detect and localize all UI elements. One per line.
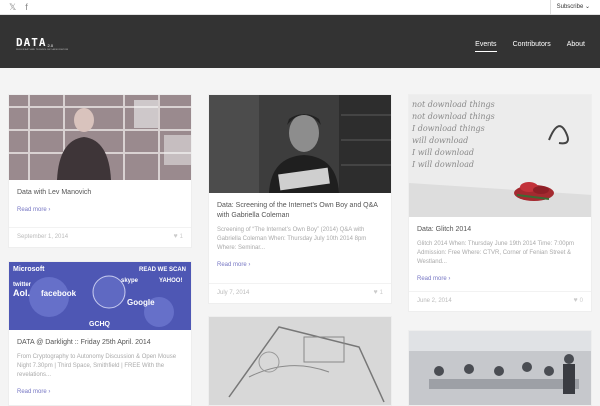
post-footer: September 1, 2014 ♥ 1 xyxy=(9,227,191,247)
post-footer: June 2, 2014 ♥ 0 xyxy=(409,291,591,311)
svg-text:facebook: facebook xyxy=(41,289,77,298)
post-excerpt: Screening of “The Internet’s Own Boy” (2… xyxy=(217,227,367,251)
read-more-link[interactable]: Read more › xyxy=(417,276,450,282)
post-image[interactable] xyxy=(409,331,591,405)
post-title[interactable]: DATA @ Darklight :: Friday 25th April. 2… xyxy=(17,338,183,348)
read-more-link[interactable]: Read more › xyxy=(17,389,50,395)
main-nav: Events Contributors About xyxy=(475,41,585,52)
like-count: 1 xyxy=(179,234,183,240)
logo-tagline: DUBLIN ART AND TECHNOLOGY ASSOCIATION xyxy=(16,49,69,51)
social-links: 𝕏 f xyxy=(9,2,28,13)
post-image[interactable] xyxy=(9,95,191,180)
like-count: 0 xyxy=(579,298,583,304)
post-footer: July 7, 2014 ♥ 1 xyxy=(209,283,391,303)
svg-text:Microsoft: Microsoft xyxy=(13,266,45,273)
post-image[interactable]: Microsoft Aol. facebook twitter skype YA… xyxy=(9,262,191,330)
like-count: 1 xyxy=(379,290,383,296)
like-button[interactable]: ♥ 0 xyxy=(574,297,584,304)
svg-text:skype: skype xyxy=(121,278,139,284)
post-image[interactable]: not download things not download things … xyxy=(409,95,591,217)
svg-text:Aol.: Aol. xyxy=(13,288,30,298)
svg-text:not download things: not download things xyxy=(412,112,495,121)
post-card: Microsoft Aol. facebook twitter skype YA… xyxy=(8,261,192,406)
logo-version: 2.0 xyxy=(47,43,54,48)
post-card: Data: Screening of the Internet’s Own Bo… xyxy=(208,94,392,304)
svg-text:READ WE SCAN: READ WE SCAN xyxy=(139,267,186,273)
post-card: Data with Lev Manovich Read more › Septe… xyxy=(8,94,192,248)
read-more-link[interactable]: Read more › xyxy=(17,207,50,213)
svg-text:will download: will download xyxy=(412,136,468,145)
site-header: DATA 2.0 DUBLIN ART AND TECHNOLOGY ASSOC… xyxy=(0,15,600,68)
like-button[interactable]: ♥ 1 xyxy=(374,289,384,296)
twitter-icon[interactable]: 𝕏 xyxy=(9,2,16,13)
post-image[interactable] xyxy=(209,95,391,193)
subscribe-button[interactable]: Subscribe ⌄ xyxy=(549,0,600,15)
svg-text:YAHOO!: YAHOO! xyxy=(159,278,182,284)
svg-text:twitter: twitter xyxy=(13,282,32,288)
post-title[interactable]: Data with Lev Manovich xyxy=(17,188,183,198)
like-button[interactable]: ♥ 1 xyxy=(174,233,184,240)
post-title[interactable]: Data: Screening of the Internet’s Own Bo… xyxy=(217,201,383,221)
post-excerpt: Glitch 2014 When: Thursday June 19th 201… xyxy=(417,241,574,265)
site-logo[interactable]: DATA 2.0 DUBLIN ART AND TECHNOLOGY ASSOC… xyxy=(16,36,68,51)
top-bar: 𝕏 f Subscribe ⌄ xyxy=(0,0,600,15)
post-title[interactable]: Data: Glitch 2014 xyxy=(417,225,583,235)
post-card: not download things not download things … xyxy=(408,94,592,312)
svg-text:I will download: I will download xyxy=(411,148,474,157)
svg-text:not download things: not download things xyxy=(412,100,495,109)
post-date: June 2, 2014 xyxy=(417,298,452,304)
nav-item-about[interactable]: About xyxy=(567,41,585,52)
nav-item-events[interactable]: Events xyxy=(475,41,497,52)
svg-text:I download things: I download things xyxy=(411,124,485,133)
post-date: September 1, 2014 xyxy=(17,234,69,240)
nav-item-contributors[interactable]: Contributors xyxy=(513,41,551,52)
post-date: July 7, 2014 xyxy=(217,290,250,296)
heart-icon: ♥ xyxy=(173,233,178,240)
heart-icon: ♥ xyxy=(573,297,578,304)
logo-text: DATA xyxy=(16,36,47,49)
heart-icon: ♥ xyxy=(373,289,378,296)
post-excerpt: From Cryptography to Autonomy Discussion… xyxy=(17,354,177,378)
facebook-icon[interactable]: f xyxy=(25,2,28,13)
svg-text:GCHQ: GCHQ xyxy=(89,321,111,328)
svg-text:Google: Google xyxy=(127,298,155,307)
post-card xyxy=(208,316,392,406)
svg-text:I will download: I will download xyxy=(411,160,474,169)
read-more-link[interactable]: Read more › xyxy=(217,262,250,268)
post-image[interactable] xyxy=(209,317,391,405)
post-card xyxy=(408,330,592,406)
